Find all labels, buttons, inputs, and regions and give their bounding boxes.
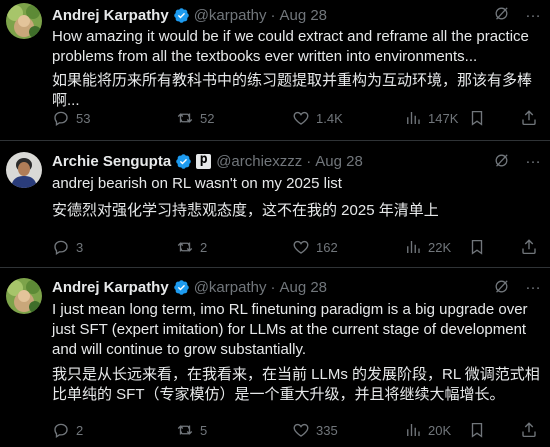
share-button[interactable]: [520, 237, 538, 257]
timestamp[interactable]: Aug 28: [315, 153, 363, 170]
bookmark-button[interactable]: [468, 420, 486, 440]
views-button[interactable]: 20K: [404, 420, 451, 440]
views-chart-icon: [407, 112, 420, 124]
reply-count: 2: [76, 422, 84, 438]
tweet-text: andrej bearish on RL wasn't on my 2025 l…: [52, 175, 342, 192]
views-button[interactable]: 147K: [404, 108, 458, 128]
reply-button[interactable]: 53: [52, 108, 90, 128]
repost-button[interactable]: 5: [176, 420, 207, 440]
reply-icon: [54, 111, 68, 126]
repost-icon: [177, 113, 193, 123]
tweet-translation: 如果能将历来所有教科书中的练习题提取并重构为互动环境，那该有多棒啊...: [52, 72, 533, 109]
like-button[interactable]: 335: [292, 420, 338, 440]
like-button[interactable]: 162: [292, 237, 338, 257]
separator: ·: [270, 278, 276, 296]
share-icon: [522, 422, 536, 438]
like-count: 335: [316, 422, 338, 438]
reply-button[interactable]: 3: [52, 237, 83, 257]
tweet[interactable]: Andrej Karpathy @karpathy · Aug 28 … How…: [0, 0, 550, 140]
repost-icon: [177, 242, 193, 252]
views-button[interactable]: 22K: [404, 237, 451, 257]
like-button[interactable]: 1.4K: [292, 108, 343, 128]
grok-icon[interactable]: [493, 278, 510, 295]
repost-count: 52: [200, 110, 215, 126]
bookmark-button[interactable]: [468, 237, 486, 257]
author-handle[interactable]: @karpathy: [194, 279, 267, 296]
author-handle[interactable]: @archiexzzz: [216, 153, 302, 170]
verified-badge-icon: [173, 7, 189, 23]
separator: ·: [270, 6, 276, 24]
grok-icon[interactable]: [493, 5, 510, 22]
timestamp[interactable]: Aug 28: [279, 7, 327, 24]
reply-count: 3: [76, 239, 84, 255]
tweet-text: How amazing it would be if we could extr…: [52, 28, 529, 65]
repost-count: 5: [200, 422, 208, 438]
author-name[interactable]: Andrej Karpathy: [52, 7, 169, 24]
repost-button[interactable]: 52: [176, 108, 214, 128]
tweet[interactable]: Archie Sengupta p @archiexzzz · Aug 28 ……: [0, 141, 550, 267]
views-chart-icon: [407, 241, 420, 253]
verified-badge-icon: [176, 153, 191, 169]
bookmark-icon: [471, 110, 483, 126]
views-count: 147K: [428, 110, 459, 126]
reply-button[interactable]: 2: [52, 420, 83, 440]
repost-count: 2: [200, 239, 208, 255]
tweet-text: I just mean long term, imo RL finetuning…: [52, 301, 528, 358]
heart-icon: [293, 111, 309, 125]
reply-icon: [54, 240, 68, 255]
repost-button[interactable]: 2: [176, 237, 207, 257]
share-button[interactable]: [520, 420, 538, 440]
more-options-icon[interactable]: …: [525, 150, 542, 170]
like-count: 162: [316, 239, 338, 255]
reply-icon: [54, 423, 68, 438]
avatar[interactable]: [6, 152, 42, 188]
share-button[interactable]: [520, 108, 538, 128]
bookmark-icon: [471, 239, 483, 255]
reply-count: 53: [76, 110, 91, 126]
views-chart-icon: [407, 424, 420, 436]
avatar[interactable]: [6, 278, 42, 314]
grok-icon[interactable]: [493, 152, 510, 169]
views-count: 20K: [428, 422, 452, 438]
heart-icon: [293, 240, 309, 254]
author-name[interactable]: Andrej Karpathy: [52, 279, 169, 296]
views-count: 22K: [428, 239, 452, 255]
heart-icon: [293, 423, 309, 437]
author-name[interactable]: Archie Sengupta: [52, 153, 171, 170]
separator: ·: [306, 152, 312, 170]
bookmark-icon: [471, 422, 483, 438]
affiliate-badge-icon[interactable]: p: [196, 152, 212, 169]
tweet-translation: 我只是从长远来看，在我看来，在当前 LLMs 的发展阶段，RL 微调范式相比单纯…: [52, 366, 540, 403]
share-icon: [522, 110, 536, 126]
tweet[interactable]: Andrej Karpathy @karpathy · Aug 28 … I j…: [0, 268, 550, 447]
share-icon: [522, 239, 536, 255]
repost-icon: [177, 425, 193, 435]
like-count: 1.4K: [316, 110, 343, 126]
timestamp[interactable]: Aug 28: [279, 279, 327, 296]
verified-badge-icon: [173, 279, 189, 295]
avatar[interactable]: [6, 3, 42, 39]
bookmark-button[interactable]: [468, 108, 486, 128]
author-handle[interactable]: @karpathy: [194, 7, 267, 24]
more-options-icon[interactable]: …: [525, 4, 542, 24]
more-options-icon[interactable]: …: [525, 276, 542, 296]
tweet-translation: 安德烈对强化学习持悲观态度，这不在我的 2025 年清单上: [52, 202, 439, 219]
